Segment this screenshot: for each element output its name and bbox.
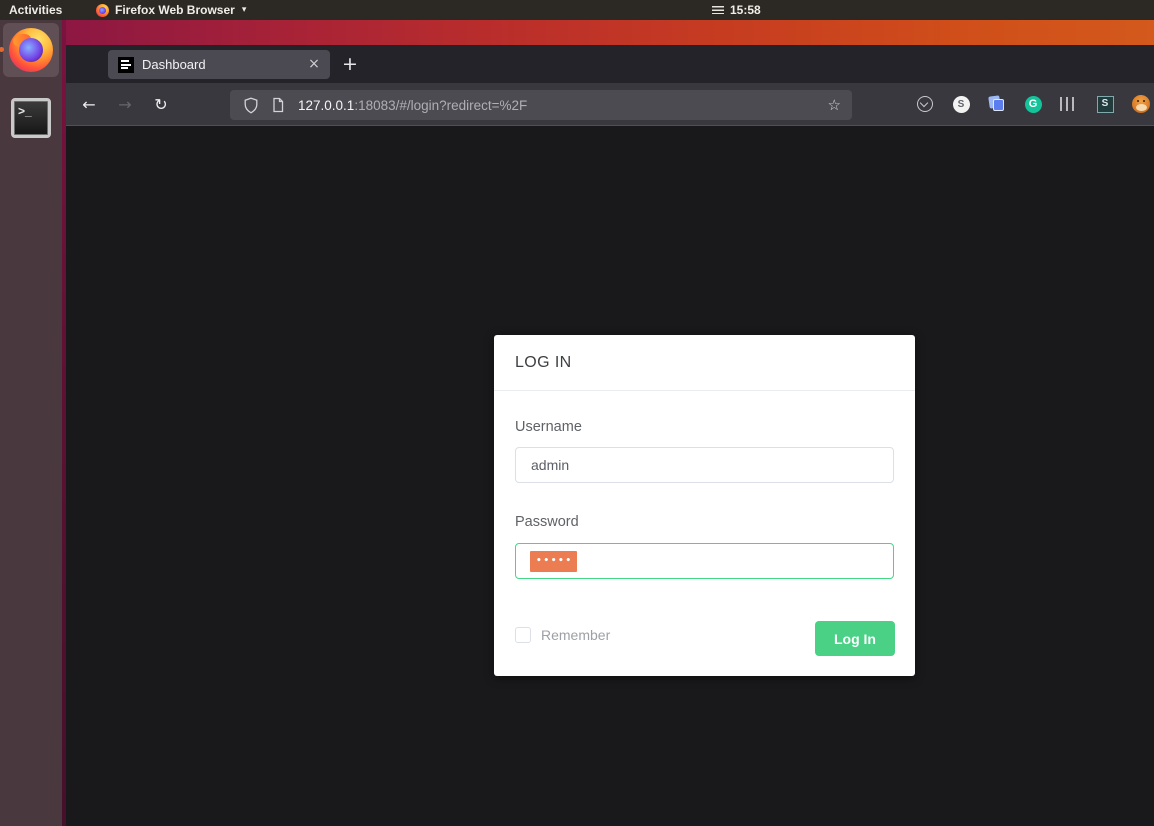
extension-stylus-button[interactable]: S <box>1095 94 1115 114</box>
password-label: Password <box>515 514 579 530</box>
pocket-icon <box>917 96 933 112</box>
login-card: LOG IN Username Password ••••• Remember … <box>494 335 915 676</box>
chevron-down-icon: ▾ <box>241 5 247 15</box>
remember-row: Remember <box>515 627 610 643</box>
stylus-icon: S <box>1096 95 1114 113</box>
url-path: :18083/#/login?redirect=%2F <box>354 97 528 113</box>
activities-button[interactable]: Activities <box>9 0 62 20</box>
extension-grammarly-button[interactable]: G <box>1023 94 1043 114</box>
tab-title: Dashboard <box>142 57 206 72</box>
clock[interactable]: 15:58 <box>712 0 761 20</box>
shield-icon[interactable] <box>243 97 259 114</box>
navigation-toolbar: ← → ↻ 127.0.0.1:18083/#/login?redirect=%… <box>66 83 1154 126</box>
grammarly-icon: G <box>1024 95 1042 113</box>
firefox-window: Dashboard × + ← → ↻ 127.0.0.1:18083/#/lo… <box>66 45 1154 826</box>
app-menu[interactable]: Firefox Web Browser ▾ <box>96 0 246 20</box>
remember-checkbox[interactable] <box>515 627 531 643</box>
page-icon[interactable] <box>271 97 285 113</box>
s-circle-icon: S <box>952 95 970 113</box>
dock: >_ <box>0 20 62 826</box>
documents-icon <box>988 95 1005 112</box>
dock-item-terminal[interactable]: >_ <box>11 98 51 138</box>
tab-dashboard[interactable]: Dashboard × <box>108 50 330 79</box>
url-host: 127.0.0.1 <box>298 97 355 113</box>
forward-button: → <box>118 95 132 114</box>
dashboard-favicon <box>118 56 134 73</box>
fence-icon <box>1060 97 1078 111</box>
login-card-title: LOG IN <box>494 335 915 391</box>
password-field[interactable]: ••••• <box>515 543 894 579</box>
gnome-top-bar: Activities Firefox Web Browser ▾ 15:58 <box>0 0 1154 20</box>
url-text[interactable]: 127.0.0.1:18083/#/login?redirect=%2F <box>298 98 828 113</box>
extension-documents-button[interactable] <box>987 94 1007 114</box>
password-selected-text: ••••• <box>530 550 577 572</box>
firefox-mini-icon <box>96 3 109 17</box>
login-button[interactable]: Log In <box>815 621 895 656</box>
new-tab-button[interactable]: + <box>338 53 362 77</box>
monkey-icon <box>1132 95 1150 113</box>
username-field[interactable] <box>515 447 894 483</box>
extension-pocket-button[interactable] <box>915 94 935 114</box>
tab-bar: Dashboard × + <box>66 45 1154 83</box>
extension-shortkeys-button[interactable]: S <box>951 94 971 114</box>
wallpaper-strip-top <box>62 20 1154 45</box>
bookmark-star-icon[interactable]: ☆ <box>828 96 841 114</box>
username-label: Username <box>515 419 582 435</box>
extension-fence-button[interactable] <box>1059 94 1079 114</box>
extension-monkey-button[interactable] <box>1131 94 1151 114</box>
terminal-icon: >_ <box>18 104 32 118</box>
app-menu-label: Firefox Web Browser <box>115 3 235 17</box>
screen: Activities Firefox Web Browser ▾ 15:58 >… <box>0 0 1154 826</box>
firefox-icon <box>9 28 53 72</box>
remember-label: Remember <box>541 627 611 643</box>
reload-button[interactable]: ↻ <box>148 92 174 118</box>
weekday-icon <box>712 6 724 14</box>
page-content: LOG IN Username Password ••••• Remember … <box>66 126 1154 826</box>
back-button[interactable]: ← <box>76 92 102 118</box>
tab-close-icon[interactable]: × <box>304 55 324 75</box>
url-bar[interactable]: 127.0.0.1:18083/#/login?redirect=%2F ☆ <box>230 90 852 120</box>
dock-item-firefox[interactable] <box>3 23 59 77</box>
clock-time: 15:58 <box>730 3 761 17</box>
